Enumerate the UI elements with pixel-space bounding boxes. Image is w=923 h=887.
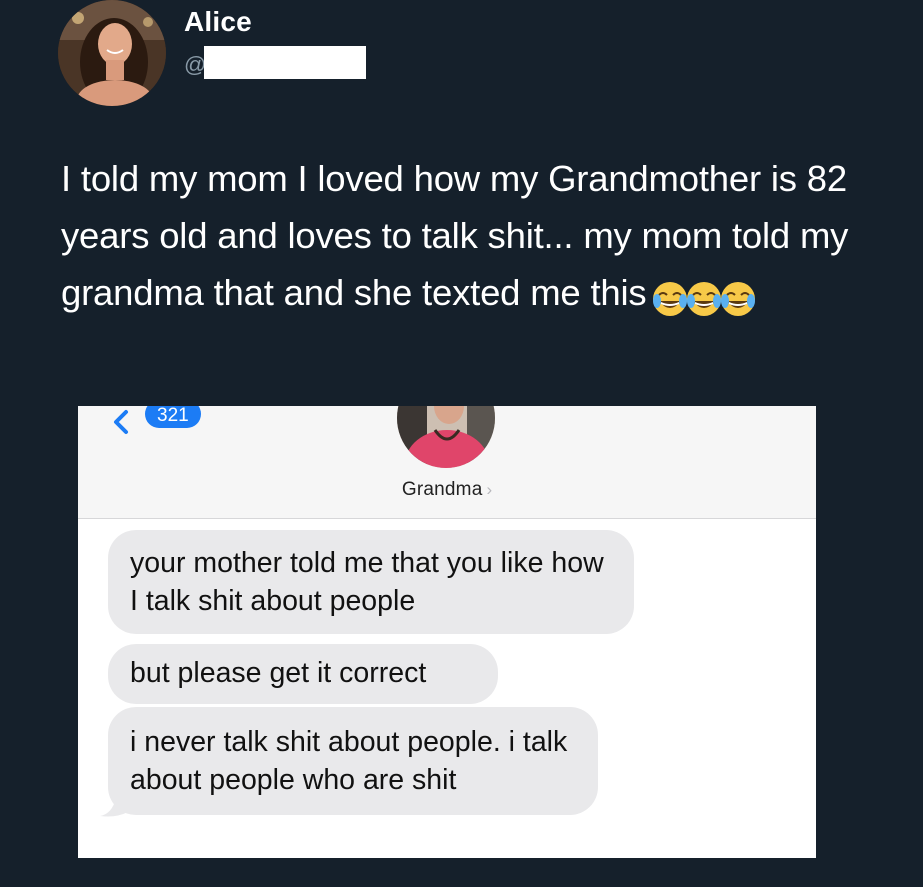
redacted-handle (204, 46, 366, 79)
face-with-tears-of-joy-icon (721, 282, 756, 317)
contact-avatar[interactable] (397, 406, 495, 468)
back-chevron-icon[interactable] (110, 406, 132, 436)
tweet-text: I told my mom I loved how my Grandmother… (61, 150, 861, 325)
attached-imessage-screenshot[interactable]: 321 Grandma › your mother told me that yo… (78, 406, 816, 858)
handle-prefix: @ (184, 52, 207, 77)
user-avatar[interactable] (58, 0, 166, 106)
tweet: Alice @ I told my mom I loved how my Gra… (0, 0, 923, 887)
contact-name-row[interactable]: Grandma › (78, 479, 816, 501)
chevron-right-icon: › (486, 480, 493, 499)
emoji-group (650, 268, 756, 325)
unread-count-badge[interactable]: 321 (145, 406, 201, 428)
bubble-tail-icon (100, 798, 128, 817)
message-bubble[interactable]: your mother told me that you like how I … (108, 530, 634, 634)
message-bubble[interactable]: but please get it correct (108, 644, 498, 704)
contact-name[interactable]: Grandma (402, 479, 483, 500)
message-bubble[interactable]: i never talk shit about people. i talk a… (108, 707, 598, 815)
imessage-header: 321 Grandma › (78, 406, 816, 519)
display-name[interactable]: Alice (184, 6, 252, 38)
